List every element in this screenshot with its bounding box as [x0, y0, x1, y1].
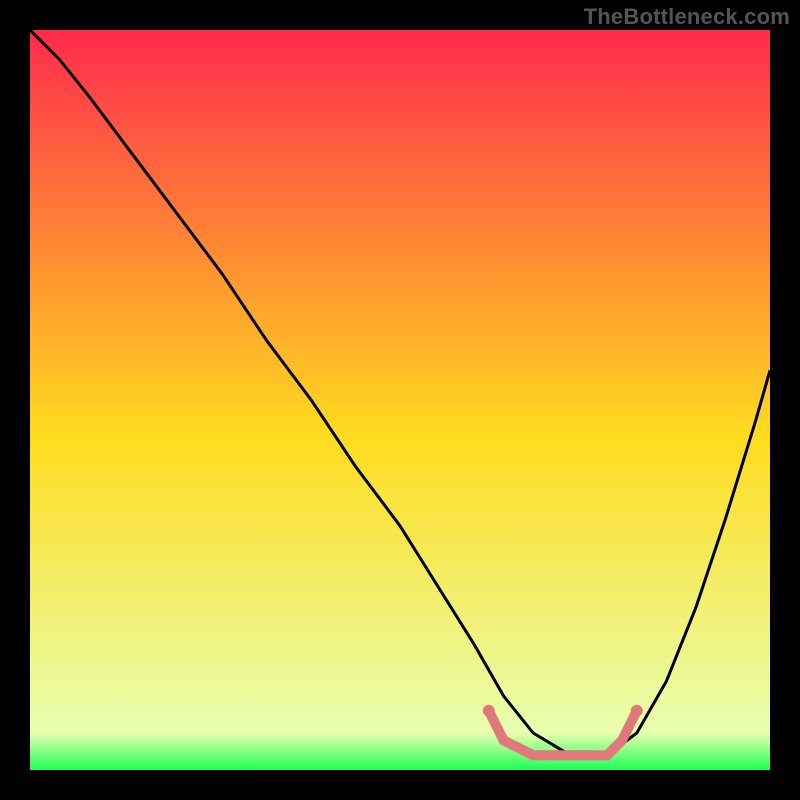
- gradient-background: [30, 30, 770, 770]
- chart-svg: [30, 30, 770, 770]
- plot-area: [30, 30, 770, 770]
- highlight-dot-right: [631, 705, 643, 717]
- chart-frame: TheBottleneck.com: [0, 0, 800, 800]
- watermark-text: TheBottleneck.com: [584, 4, 790, 30]
- highlight-dot-left: [483, 705, 495, 717]
